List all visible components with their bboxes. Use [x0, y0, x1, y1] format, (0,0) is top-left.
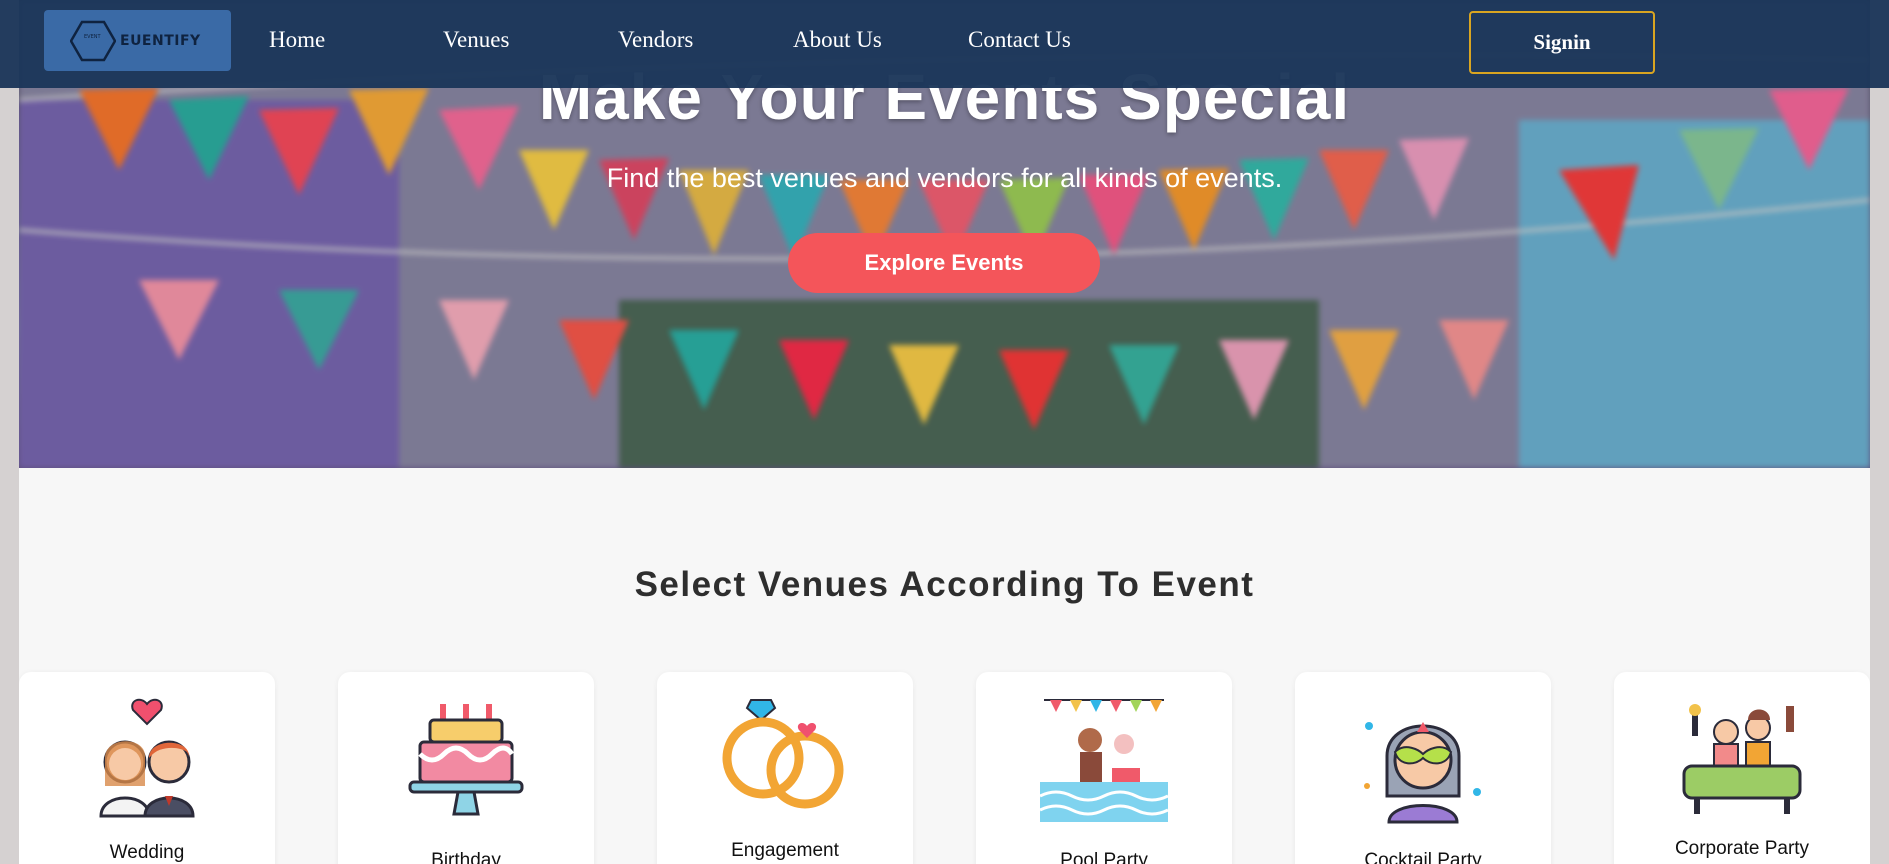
wedding-couple-icon: [99, 698, 195, 818]
event-card-label: Birthday: [431, 850, 501, 864]
nav-link-venues[interactable]: Venues: [443, 27, 509, 53]
pool-party-icon: [1040, 699, 1168, 822]
event-card-label: Pool Party: [1060, 850, 1148, 864]
nav-link-about-us[interactable]: About Us: [793, 27, 882, 53]
brand-name: EUENTIFY: [120, 32, 201, 49]
event-card-label: Cocktail Party: [1364, 850, 1482, 864]
signin-button[interactable]: Signin: [1469, 11, 1655, 74]
svg-text:EVENT: EVENT: [84, 34, 101, 40]
nav-link-contact-us[interactable]: Contact Us: [968, 27, 1071, 53]
nav-link-home[interactable]: Home: [269, 27, 325, 53]
event-card-engagement[interactable]: Engagement: [657, 672, 913, 864]
event-card-corporate-party[interactable]: Corporate Party: [1614, 672, 1870, 864]
engagement-rings-icon: [722, 699, 844, 809]
brand-logo[interactable]: EVENT EUENTIFY: [44, 10, 231, 71]
event-card-pool-party[interactable]: Pool Party: [976, 672, 1232, 864]
section-title: Select Venues According To Event: [634, 565, 1255, 604]
top-navbar: EVENT EUENTIFY Home Venues Vendors About…: [0, 0, 1889, 88]
birthday-cake-icon: [408, 704, 524, 816]
event-card-label: Wedding: [109, 842, 185, 863]
event-card-label: Engagement: [731, 840, 839, 861]
masquerade-mask-icon: [1364, 722, 1481, 824]
nav-link-vendors[interactable]: Vendors: [618, 27, 693, 53]
event-card-cocktail-party[interactable]: Cocktail Party: [1295, 672, 1551, 864]
hero-subtitle: Find the best venues and vendors for all…: [606, 163, 1283, 193]
hexagon-logo-icon: EVENT: [70, 20, 116, 61]
event-card-birthday[interactable]: Birthday: [338, 672, 594, 864]
event-card-wedding[interactable]: Wedding: [19, 672, 275, 864]
explore-events-button[interactable]: Explore Events: [788, 233, 1100, 293]
corporate-party-icon: [1682, 704, 1802, 814]
event-card-label: Corporate Party: [1674, 838, 1810, 859]
page-container: Make Your Events Special Find the best v…: [19, 0, 1870, 864]
